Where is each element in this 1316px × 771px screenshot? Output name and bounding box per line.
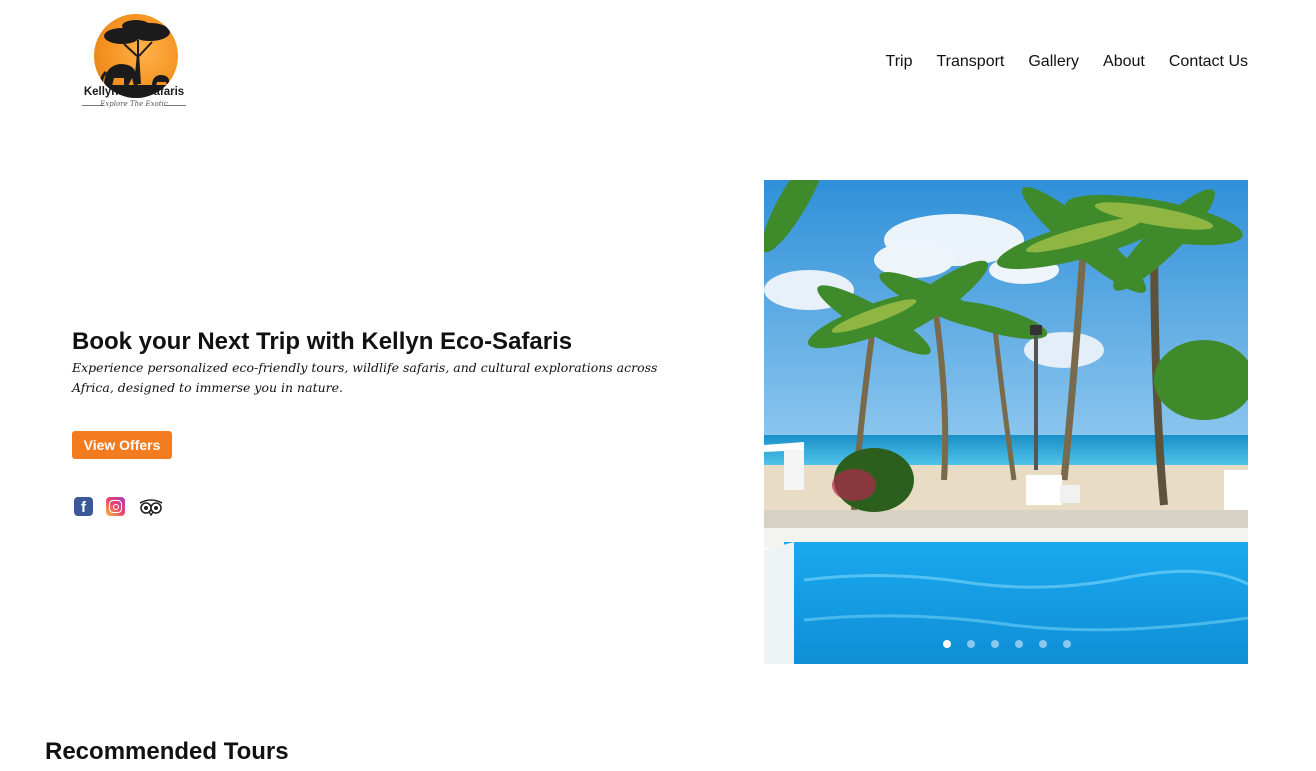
slider-dot-1[interactable] (943, 640, 951, 648)
nav-link-transport[interactable]: Transport (936, 53, 1004, 71)
nav-link-about[interactable]: About (1103, 53, 1145, 71)
logo-divider-right (164, 105, 186, 106)
slider-pagination (943, 640, 1071, 648)
hero-title: Book your Next Trip with Kellyn Eco-Safa… (72, 328, 573, 355)
nav-link-trip[interactable]: Trip (886, 53, 913, 71)
social-links: f (74, 497, 164, 517)
logo-brand-text: Kellyn Eco Safaris (83, 86, 185, 98)
hero-subtitle: Experience personalized eco-friendly tou… (72, 360, 658, 395)
slider-dot-4[interactable] (1015, 640, 1023, 648)
slider-dot-6[interactable] (1063, 640, 1071, 648)
beach-resort-image (764, 180, 1248, 664)
page: Kellyn Eco Safaris Explore The Exotic Tr… (0, 0, 1316, 771)
main-nav: Trip Transport Gallery About Contact Us (886, 53, 1248, 71)
brand-logo[interactable]: Kellyn Eco Safaris Explore The Exotic (80, 14, 188, 114)
slider-dot-2[interactable] (967, 640, 975, 648)
nav-link-gallery[interactable]: Gallery (1028, 53, 1079, 71)
nav-link-contact-us[interactable]: Contact Us (1169, 53, 1248, 71)
facebook-icon[interactable]: f (74, 497, 93, 516)
instagram-icon[interactable] (106, 497, 125, 516)
slider-dot-3[interactable] (991, 640, 999, 648)
hero-image-slider[interactable] (764, 180, 1248, 664)
view-offers-button[interactable]: View Offers (72, 431, 172, 459)
recommended-tours-heading: Recommended Tours (45, 738, 289, 765)
facebook-glyph: f (81, 499, 86, 516)
logo-tagline: Explore The Exotic (100, 100, 168, 108)
slider-dot-5[interactable] (1039, 640, 1047, 648)
tripadvisor-icon[interactable] (138, 497, 164, 517)
